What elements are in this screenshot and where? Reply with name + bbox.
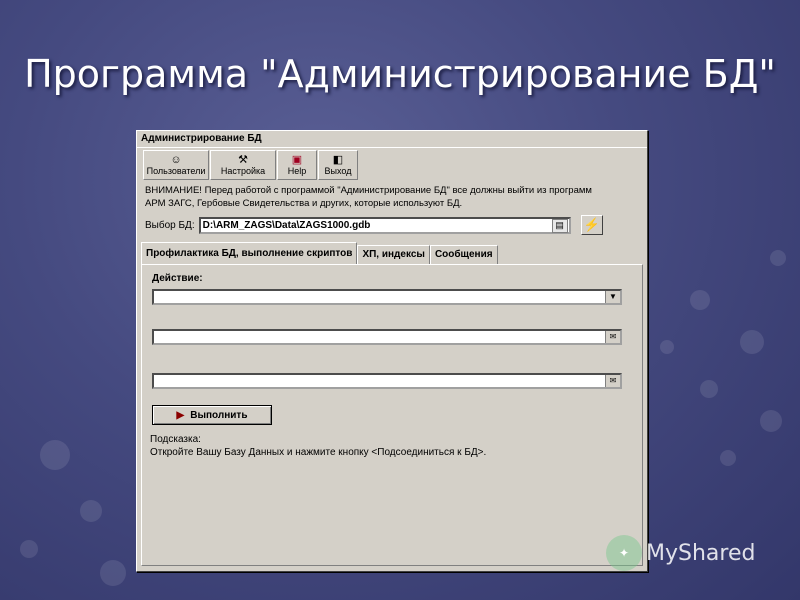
exit-icon: ◧ (332, 154, 344, 166)
run-button[interactable]: ▶ Выполнить (152, 405, 272, 425)
run-button-label: Выполнить (190, 409, 248, 421)
users-button[interactable]: ☺ Пользователи (143, 150, 209, 180)
myshared-logo-icon: ✦ (606, 535, 642, 571)
toolbar: ☺ Пользователи ⚒ Настройка ▣ Help ◧ Выхо… (137, 148, 647, 182)
db-label: Выбор БД: (145, 219, 195, 231)
tab-procedures-indexes[interactable]: ХП, индексы (357, 245, 430, 264)
open-file-icon-2[interactable]: ✉ (605, 375, 620, 387)
hint-block: Подсказка: Откройте Вашу Базу Данных и н… (150, 433, 486, 459)
hint-text: Откройте Вашу Базу Данных и нажмите кноп… (150, 447, 487, 458)
slide-title: Программа "Администрирование БД" (24, 52, 776, 96)
play-icon: ▶ (176, 409, 185, 421)
admin-window: Администрирование БД ☺ Пользователи ⚒ На… (136, 130, 648, 572)
action-dropdown[interactable]: ▼ (152, 289, 622, 305)
db-path-field[interactable]: D:\ARM_ZAGS\Data\ZAGS1000.gdb ▤ (198, 216, 571, 234)
settings-button-label: Настройка (220, 166, 266, 176)
tab-panel: Действие: ▼ ✉ ✉ ▶ Выполнить Подсказка: О… (141, 264, 643, 566)
db-select-row: Выбор БД: D:\ARM_ZAGS\Data\ZAGS1000.gdb … (137, 212, 647, 238)
users-button-label: Пользователи (146, 166, 206, 176)
warning-line-2: АРМ ЗАГС, Гербовые Свидетельства и други… (145, 198, 463, 209)
chevron-down-icon[interactable]: ▼ (605, 291, 620, 303)
open-file-icon[interactable]: ✉ (605, 331, 620, 343)
connect-button[interactable]: ⚡ (580, 215, 603, 235)
exit-button-label: Выход (324, 166, 352, 176)
warning-text: ВНИМАНИЕ! Перед работой с программой "Ад… (137, 182, 647, 212)
script-field-1[interactable]: ✉ (152, 329, 622, 345)
watermark: ✦ MyShared (606, 535, 755, 571)
browse-icon[interactable]: ▤ (551, 218, 568, 233)
db-path-value: D:\ARM_ZAGS\Data\ZAGS1000.gdb (202, 219, 371, 231)
window-title: Администрирование БД (137, 131, 647, 148)
book-icon: ▣ (291, 154, 303, 166)
tab-strip: Профилактика БД, выполнение скриптов ХП,… (137, 238, 647, 264)
tab-maintenance[interactable]: Профилактика БД, выполнение скриптов (141, 242, 358, 264)
warning-line-1: ВНИМАНИЕ! Перед работой с программой "Ад… (145, 185, 592, 196)
help-button[interactable]: ▣ Help (277, 150, 317, 180)
script-field-2[interactable]: ✉ (152, 373, 622, 389)
lightning-icon: ⚡ (583, 217, 600, 232)
users-icon: ☺ (170, 154, 182, 166)
help-button-label: Help (287, 166, 307, 176)
tab-messages[interactable]: Сообщения (429, 245, 498, 264)
settings-button[interactable]: ⚒ Настройка (210, 150, 276, 180)
tools-icon: ⚒ (238, 154, 248, 166)
hint-title: Подсказка: (150, 434, 201, 445)
watermark-text: MyShared (646, 540, 756, 566)
action-label: Действие: (152, 273, 203, 284)
exit-button[interactable]: ◧ Выход (318, 150, 358, 180)
